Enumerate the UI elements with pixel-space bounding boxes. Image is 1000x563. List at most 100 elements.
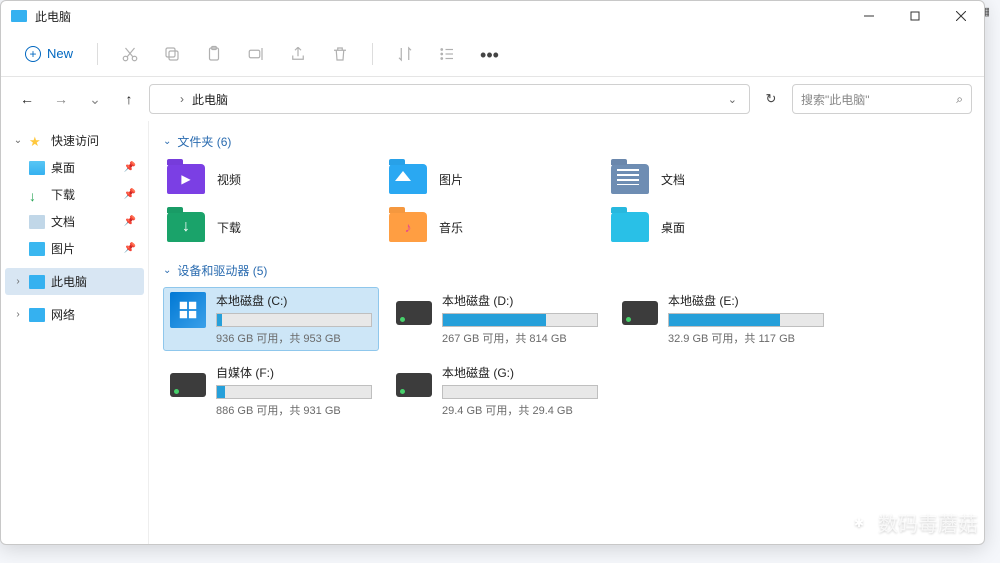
chevron-right-icon: ›	[13, 309, 23, 320]
sidebar-label: 快速访问	[51, 132, 99, 149]
sidebar-label: 此电脑	[51, 273, 87, 290]
drive-item[interactable]: 本地磁盘 (C:) 936 GB 可用，共 953 GB	[163, 287, 379, 351]
sidebar-network[interactable]: ›网络	[5, 301, 144, 328]
watermark-text: 数码毒蘑菇	[878, 508, 978, 537]
sidebar-this-pc[interactable]: ›此电脑	[5, 268, 144, 295]
back-button[interactable]: ←	[13, 85, 41, 113]
folder-icon	[389, 164, 427, 194]
drive-item[interactable]: 本地磁盘 (E:) 32.9 GB 可用，共 117 GB	[615, 287, 831, 351]
group-label: 设备和驱动器 (5)	[177, 262, 267, 279]
rename-button[interactable]	[240, 38, 272, 70]
maximize-button[interactable]	[892, 1, 938, 31]
folder-label: 桌面	[661, 219, 685, 236]
folder-icon	[389, 212, 427, 242]
folder-icon	[611, 212, 649, 242]
drive-stats: 886 GB 可用，共 931 GB	[216, 402, 372, 418]
drive-item[interactable]: 本地磁盘 (G:) 29.4 GB 可用，共 29.4 GB	[389, 359, 605, 423]
app-icon	[11, 10, 27, 22]
drive-stats: 32.9 GB 可用，共 117 GB	[668, 330, 824, 346]
drive-icon	[396, 364, 432, 400]
star-icon: ★	[29, 134, 45, 148]
chevron-down-icon: ⌄	[13, 135, 23, 146]
search-icon: ⌕	[956, 92, 963, 107]
network-icon	[29, 308, 45, 322]
drive-icon	[622, 292, 658, 328]
more-button[interactable]: •••	[473, 38, 505, 70]
drive-name: 本地磁盘 (G:)	[442, 364, 598, 381]
folder-item[interactable]: 视频	[163, 158, 373, 200]
folder-item[interactable]: 下载	[163, 206, 373, 248]
capacity-bar	[216, 385, 372, 399]
refresh-button[interactable]: ↻	[756, 84, 786, 114]
forward-button[interactable]: →	[47, 85, 75, 113]
up-button[interactable]: ↑	[115, 85, 143, 113]
sidebar-label: 文档	[51, 213, 75, 230]
drive-name: 本地磁盘 (C:)	[216, 292, 372, 309]
close-button[interactable]	[938, 1, 984, 31]
sidebar-item-documents[interactable]: 文档📌	[5, 208, 144, 235]
sidebar-label: 图片	[51, 240, 75, 257]
os-drive-icon	[170, 292, 206, 328]
pc-icon	[29, 275, 45, 289]
sidebar-item-desktop[interactable]: 桌面📌	[5, 154, 144, 181]
share-button[interactable]	[282, 38, 314, 70]
drive-name: 本地磁盘 (E:)	[668, 292, 824, 309]
separator	[97, 43, 98, 65]
capacity-bar	[668, 313, 824, 327]
group-header-folders[interactable]: ⌄ 文件夹 (6)	[163, 133, 970, 150]
drive-icon	[170, 364, 206, 400]
sort-button[interactable]	[389, 38, 421, 70]
folder-item[interactable]: 音乐	[385, 206, 595, 248]
drive-icon	[396, 292, 432, 328]
pin-icon: 📌	[124, 243, 136, 254]
address-bar[interactable]: 此电脑 ⌄	[149, 84, 750, 114]
sidebar-item-pictures[interactable]: 图片 📌	[5, 235, 144, 262]
sidebar-label: 下载	[51, 186, 75, 203]
recent-locations-button[interactable]: ⌄	[81, 85, 109, 113]
sidebar-quick-access[interactable]: ⌄ ★ 快速访问	[5, 127, 144, 154]
drive-item[interactable]: 本地磁盘 (D:)267 GB 可用，共 814 GB	[389, 287, 605, 351]
group-header-drives[interactable]: ⌄ 设备和驱动器 (5)	[163, 262, 970, 279]
chevron-down-icon: ⌄	[163, 136, 171, 147]
folder-label: 图片	[439, 171, 463, 188]
pin-icon: 📌	[124, 189, 136, 200]
group-label: 文件夹 (6)	[177, 133, 231, 150]
title-bar[interactable]: 此电脑	[1, 1, 984, 31]
download-icon: ↓	[29, 188, 45, 202]
breadcrumb-separator	[180, 92, 184, 106]
folder-item[interactable]: 图片	[385, 158, 595, 200]
capacity-bar	[442, 385, 598, 399]
file-explorer-window: 此电脑 + New ••• ← → ⌄ ↑ 此电脑 ⌄	[0, 0, 985, 545]
folder-item[interactable]: 文档	[607, 158, 817, 200]
chevron-down-icon: ⌄	[163, 265, 171, 276]
ellipsis-icon: •••	[480, 45, 498, 63]
drive-name: 自媒体 (F:)	[216, 364, 372, 381]
sidebar-item-downloads[interactable]: ↓ 下载 📌	[5, 181, 144, 208]
folders-grid: 视频 图片 文档下载 音乐 桌面	[163, 158, 970, 248]
capacity-bar	[216, 313, 372, 327]
view-button[interactable]	[431, 38, 463, 70]
minimize-button[interactable]	[846, 1, 892, 31]
drive-stats: 936 GB 可用，共 953 GB	[216, 330, 372, 346]
drive-item[interactable]: 自媒体 (F:) 886 GB 可用，共 931 GB	[163, 359, 379, 423]
cut-button[interactable]	[114, 38, 146, 70]
picture-icon	[29, 242, 45, 256]
drive-stats: 29.4 GB 可用，共 29.4 GB	[442, 402, 598, 418]
separator	[372, 43, 373, 65]
paste-button[interactable]	[198, 38, 230, 70]
search-box[interactable]: 搜索"此电脑" ⌕	[792, 84, 972, 114]
wechat-icon: ✱	[848, 512, 870, 534]
drive-name: 本地磁盘 (D:)	[442, 292, 598, 309]
copy-button[interactable]	[156, 38, 188, 70]
address-dropdown[interactable]: ⌄	[728, 93, 741, 106]
folder-label: 视频	[217, 171, 241, 188]
new-button[interactable]: + New	[17, 42, 81, 66]
drives-grid: 本地磁盘 (C:) 936 GB 可用，共 953 GB 本地磁盘 (D:)267 …	[163, 287, 970, 423]
folder-item[interactable]: 桌面	[607, 206, 817, 248]
folder-icon	[167, 164, 205, 194]
folder-label: 下载	[217, 219, 241, 236]
content-pane[interactable]: ⌄ 文件夹 (6) 视频 图片 文档下载 音乐 桌面 ⌄ 设备和驱动器 (5) 本地磁盘…	[149, 121, 984, 544]
breadcrumb-location[interactable]: 此电脑	[192, 91, 228, 108]
delete-button[interactable]	[324, 38, 356, 70]
pc-icon	[158, 94, 172, 105]
